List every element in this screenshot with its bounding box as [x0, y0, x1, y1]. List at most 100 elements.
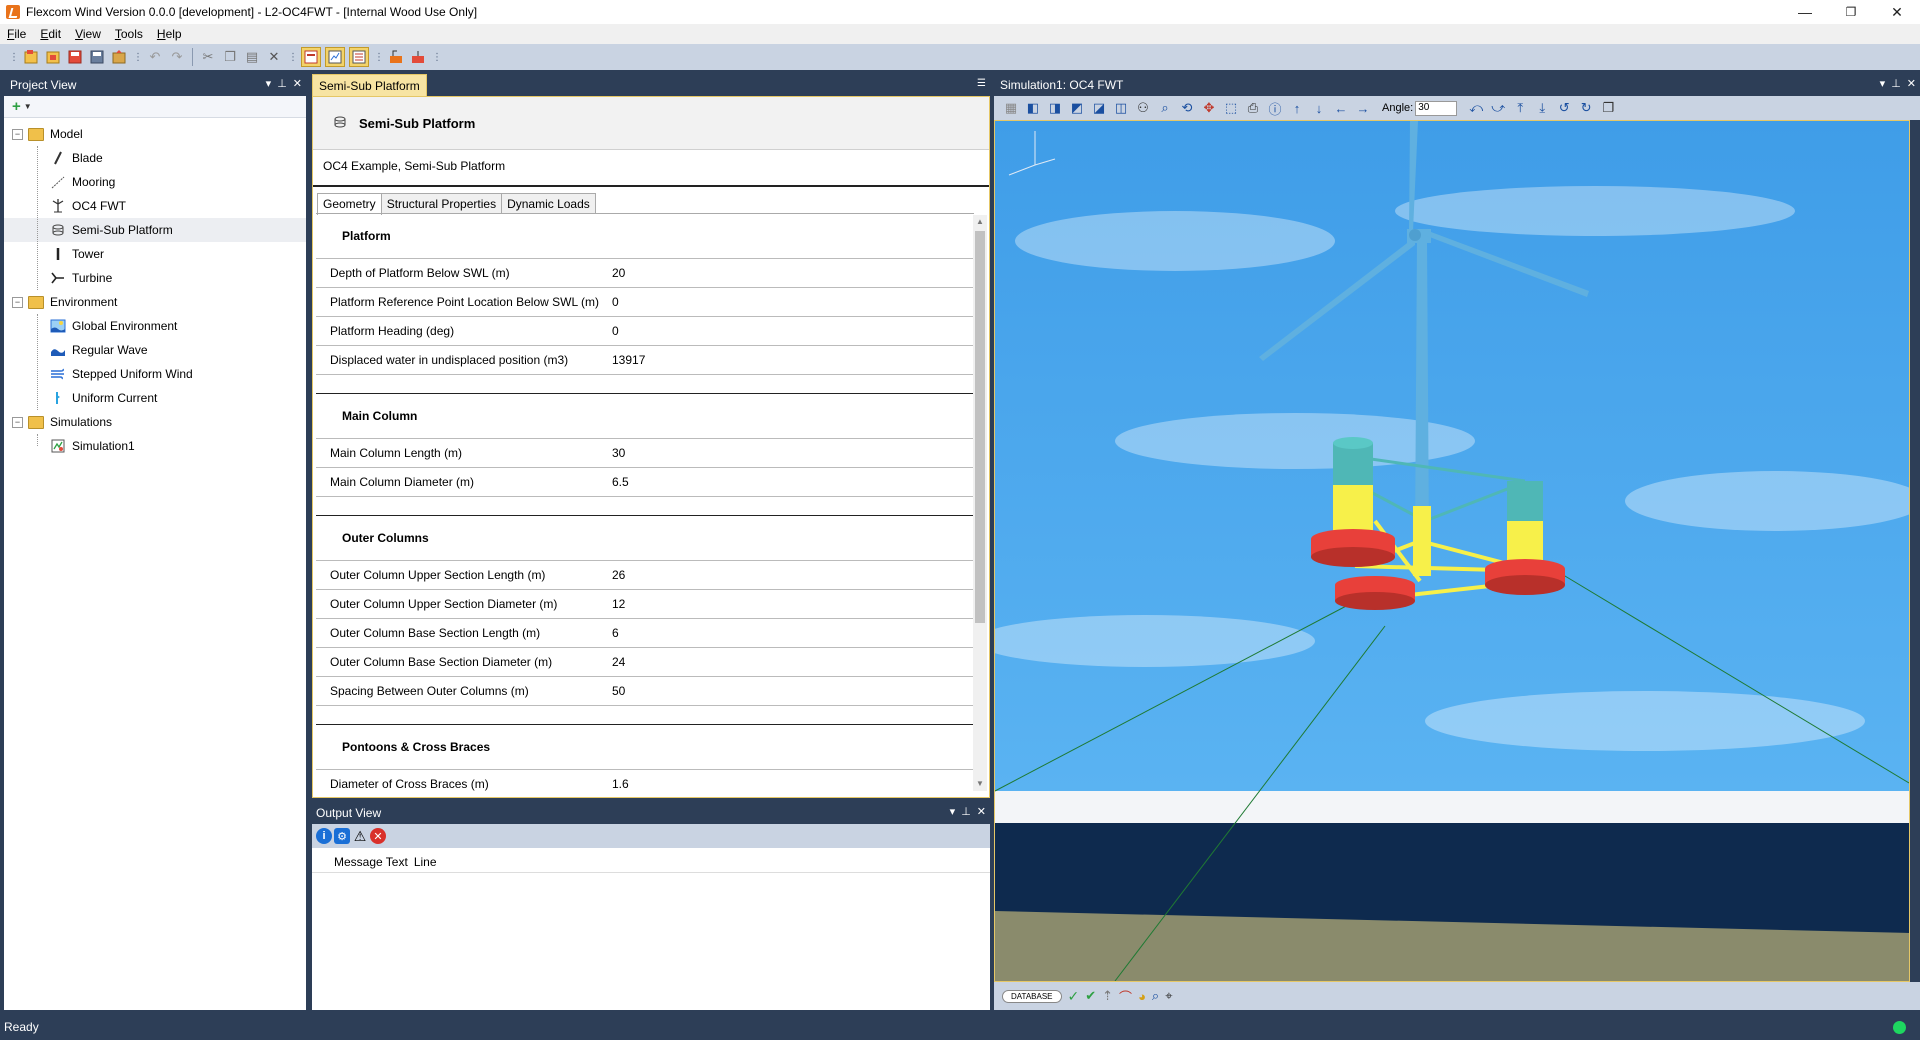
- panel-menu-icon[interactable]: ▾: [266, 77, 272, 90]
- rotate-up-icon[interactable]: ⤒: [1511, 99, 1529, 117]
- tree-item-tower[interactable]: Tower: [4, 242, 306, 266]
- collapse-icon[interactable]: −: [12, 416, 23, 428]
- menu-tools[interactable]: Tools: [108, 27, 150, 41]
- property-value-input[interactable]: 6.5: [612, 475, 974, 489]
- property-row[interactable]: Outer Column Base Section Length (m) 6: [316, 619, 974, 648]
- property-row[interactable]: Depth of Platform Below SWL (m) 20: [316, 259, 974, 288]
- collapse-icon[interactable]: −: [12, 296, 23, 308]
- property-row[interactable]: Outer Column Upper Section Length (m) 26: [316, 561, 974, 590]
- property-row[interactable]: Platform Heading (deg) 0: [316, 317, 974, 346]
- view-bottom-icon[interactable]: ◫: [1112, 99, 1130, 117]
- tree-item-uniform-current[interactable]: Uniform Current: [4, 386, 306, 410]
- menu-file[interactable]: File: [0, 27, 33, 41]
- tab-dynamic-loads[interactable]: Dynamic Loads: [501, 193, 596, 214]
- editor-description[interactable]: OC4 Example, Semi-Sub Platform: [323, 159, 505, 173]
- copy-icon[interactable]: ❐: [221, 48, 239, 66]
- panel-close-icon[interactable]: ✕: [977, 805, 986, 818]
- property-value-input[interactable]: 50: [612, 684, 974, 698]
- view-iso-icon[interactable]: ◧: [1024, 99, 1042, 117]
- toolbar-grip[interactable]: ⋮: [133, 52, 143, 63]
- panel-close-icon[interactable]: ✕: [1907, 77, 1916, 90]
- tab-structural-properties[interactable]: Structural Properties: [380, 193, 503, 214]
- arrow-up-icon[interactable]: ↑: [1288, 99, 1306, 117]
- database-button[interactable]: DATABASE: [1002, 989, 1062, 1003]
- save-all-icon[interactable]: [66, 48, 84, 66]
- property-value-input[interactable]: 30: [612, 446, 974, 460]
- tree-item-stepped-uniform-wind[interactable]: Stepped Uniform Wind: [4, 362, 306, 386]
- property-row[interactable]: Diameter of Cross Braces (m) 1.6: [316, 770, 974, 794]
- close-button[interactable]: ✕: [1874, 0, 1920, 24]
- arrow-right-icon[interactable]: →: [1354, 99, 1372, 117]
- toolbar-grip[interactable]: ⋮: [9, 52, 19, 63]
- menu-view[interactable]: View: [68, 27, 108, 41]
- check-icon[interactable]: ✓: [1068, 988, 1080, 1005]
- warning-filter-icon[interactable]: ⚠: [352, 828, 368, 844]
- maximize-button[interactable]: ❐: [1828, 0, 1874, 24]
- model-view-icon[interactable]: [301, 47, 321, 67]
- rotate-down-icon[interactable]: ⤓: [1533, 99, 1551, 117]
- property-value-input[interactable]: 0: [612, 295, 974, 309]
- property-row[interactable]: Outer Column Base Section Diameter (m) 24: [316, 648, 974, 677]
- menu-edit[interactable]: Edit: [33, 27, 68, 41]
- rotate-left-icon[interactable]: ⤺: [1467, 99, 1485, 117]
- screenshot-icon[interactable]: ⎙: [1244, 99, 1262, 117]
- property-value-input[interactable]: 24: [612, 655, 974, 669]
- tree-item-blade[interactable]: Blade: [4, 146, 306, 170]
- add-dropdown-icon[interactable]: ▼: [24, 102, 32, 111]
- curve-icon[interactable]: ⌒: [1119, 987, 1132, 1006]
- property-value-input[interactable]: 1.6: [612, 777, 974, 791]
- tree-node-simulations[interactable]: − Simulations: [4, 410, 306, 434]
- scene-canvas[interactable]: [995, 121, 1909, 981]
- pin-icon[interactable]: ⊥: [277, 77, 287, 90]
- property-scrollbar[interactable]: ▲ ▼: [973, 215, 987, 791]
- color-wheel-icon[interactable]: ◕: [1138, 989, 1146, 1004]
- tree-item-turbine[interactable]: Turbine: [4, 266, 306, 290]
- chart-view-icon[interactable]: [325, 47, 345, 67]
- property-row[interactable]: Displaced water in undisplaced position …: [316, 346, 974, 375]
- search-icon[interactable]: ⌕: [1152, 988, 1159, 1004]
- minimize-button[interactable]: —: [1782, 0, 1828, 24]
- tree-item-semi-sub-platform[interactable]: Semi-Sub Platform: [4, 218, 306, 242]
- tree-node-model[interactable]: − Model: [4, 122, 306, 146]
- error-filter-icon[interactable]: ✕: [370, 828, 386, 844]
- tree-node-environment[interactable]: − Environment: [4, 290, 306, 314]
- column-line[interactable]: Line: [414, 855, 437, 869]
- roll-right-icon[interactable]: ↻: [1577, 99, 1595, 117]
- tree-item-simulation1[interactable]: Simulation1: [4, 434, 306, 458]
- property-value-input[interactable]: 6: [612, 626, 974, 640]
- property-row[interactable]: Platform Reference Point Location Below …: [316, 288, 974, 317]
- panel-menu-icon[interactable]: ▾: [950, 805, 956, 818]
- tree-item-regular-wave[interactable]: Regular Wave: [4, 338, 306, 362]
- run-all-icon[interactable]: [409, 48, 427, 66]
- document-tab-semi-sub-platform[interactable]: Semi-Sub Platform: [312, 74, 427, 96]
- rotate-right-icon[interactable]: ⤻: [1489, 99, 1507, 117]
- rotate-icon[interactable]: ⟲: [1178, 99, 1196, 117]
- column-message-text[interactable]: Message Text: [334, 855, 408, 869]
- property-row[interactable]: Outer Column Upper Section Diameter (m) 1…: [316, 590, 974, 619]
- cut-icon[interactable]: ✂: [199, 48, 217, 66]
- 3d-viewport[interactable]: [994, 120, 1910, 982]
- add-item-button[interactable]: +: [12, 98, 21, 115]
- property-value-input[interactable]: 0: [612, 324, 974, 338]
- property-value-input[interactable]: 12: [612, 597, 974, 611]
- export-icon[interactable]: [110, 48, 128, 66]
- scroll-thumb[interactable]: [975, 231, 985, 623]
- panel-menu-icon[interactable]: ▾: [1880, 77, 1886, 90]
- grid-icon[interactable]: ▦: [1002, 99, 1020, 117]
- table-view-icon[interactable]: [349, 47, 369, 67]
- undo-icon[interactable]: ↶: [146, 48, 164, 66]
- collapse-icon[interactable]: −: [12, 128, 23, 140]
- camera-icon[interactable]: ⚇: [1134, 99, 1152, 117]
- pin-icon[interactable]: ⊥: [1891, 77, 1901, 90]
- check-multiple-icon[interactable]: ✔: [1085, 988, 1096, 1004]
- property-row[interactable]: Spacing Between Outer Columns (m) 50: [316, 677, 974, 706]
- scroll-down-icon[interactable]: ▼: [973, 777, 987, 791]
- property-row[interactable]: Main Column Diameter (m) 6.5: [316, 468, 974, 497]
- new-project-icon[interactable]: [22, 48, 40, 66]
- node-icon[interactable]: ⇡: [1102, 988, 1113, 1004]
- settings-filter-icon[interactable]: ⚙: [334, 828, 350, 844]
- menu-help[interactable]: Help: [150, 27, 189, 41]
- property-value-input[interactable]: 13917: [612, 353, 974, 367]
- toolbar-grip[interactable]: ⋮: [374, 52, 384, 63]
- toolbar-grip[interactable]: ⋮: [432, 52, 442, 63]
